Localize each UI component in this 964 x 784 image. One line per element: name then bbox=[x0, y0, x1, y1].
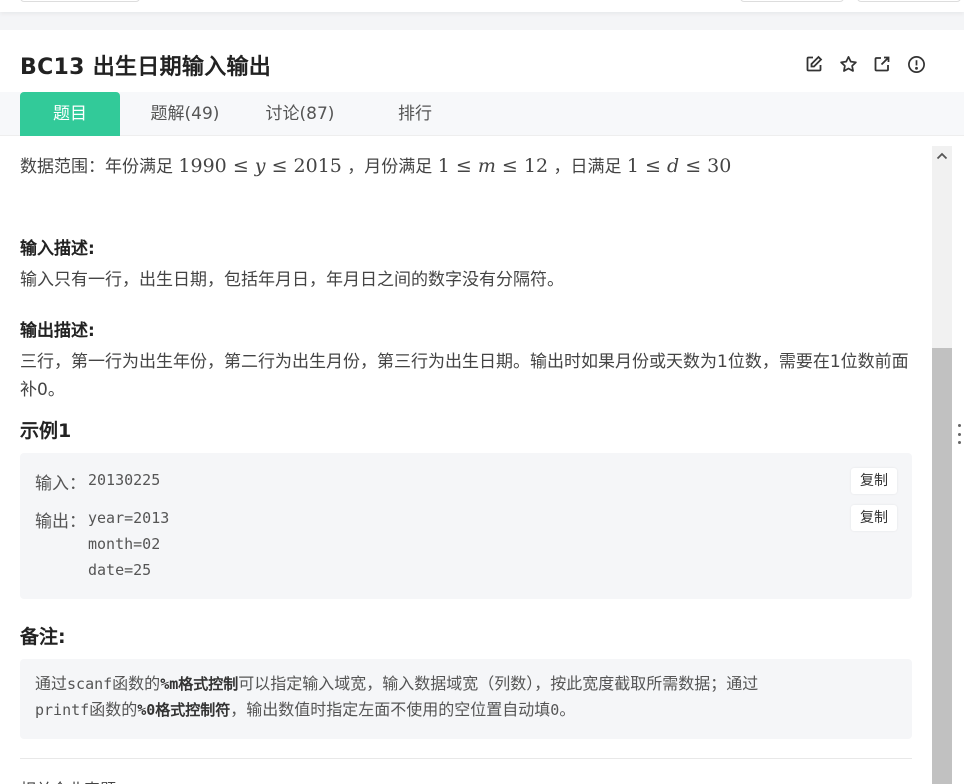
note-box: 通过scanf函数的%m格式控制可以指定输入域宽，输入数据域宽（列数），按此宽度… bbox=[20, 659, 912, 739]
input-heading: 输入描述: bbox=[20, 239, 95, 259]
sample-output-label: 输出： bbox=[35, 512, 86, 532]
range-label: ，日满足 bbox=[553, 157, 622, 177]
star-icon[interactable] bbox=[838, 54, 858, 74]
scroll-up-arrow-icon[interactable] bbox=[932, 146, 952, 166]
output-heading: 输出描述: bbox=[20, 321, 95, 341]
range-label: 数据范围：年份满足 bbox=[20, 157, 173, 177]
title-actions bbox=[804, 54, 926, 74]
sample-input-value: 20130225 bbox=[88, 471, 161, 489]
output-line: year=2013 bbox=[88, 509, 170, 527]
top-nav-button[interactable] bbox=[740, 0, 844, 2]
top-nav-button[interactable] bbox=[20, 0, 140, 2]
edit-icon[interactable] bbox=[804, 54, 824, 74]
problem-panel: BC13 出生日期输入输出 题目 题解(49) 讨论(87) 排行 数据范围：年… bbox=[0, 30, 964, 784]
problem-title: BC13 出生日期输入输出 bbox=[20, 55, 272, 80]
data-range: 数据范围：年份满足 1990 ≤ y ≤ 2015 ，月份满足 1 ≤ m ≤ … bbox=[20, 152, 731, 177]
tab-solutions[interactable]: 题解(49) bbox=[140, 92, 230, 136]
day-range: 1 ≤ d ≤ 30 bbox=[626, 155, 732, 177]
tab-problem[interactable]: 题目 bbox=[20, 92, 120, 136]
copy-output-button[interactable]: 复制 bbox=[851, 505, 897, 531]
scrollbar[interactable] bbox=[932, 146, 952, 784]
sample-input-label: 输入： bbox=[35, 474, 86, 494]
problem-content: 数据范围：年份满足 1990 ≤ y ≤ 2015 ，月份满足 1 ≤ m ≤ … bbox=[20, 136, 912, 784]
top-nav-bar bbox=[0, 0, 964, 12]
month-range: 1 ≤ m ≤ 12 bbox=[437, 155, 549, 177]
note-heading: 备注: bbox=[20, 626, 66, 648]
sample-box: 输入： 20130225 复制 输出： year=2013 month=02 d… bbox=[20, 453, 912, 599]
input-description: 输入只有一行，出生日期，包括年月日，年月日之间的数字没有分隔符。 bbox=[20, 270, 564, 290]
tab-ranking[interactable]: 排行 bbox=[370, 92, 460, 136]
tab-discussion[interactable]: 讨论(87) bbox=[255, 92, 345, 136]
title-row: BC13 出生日期输入输出 bbox=[20, 50, 944, 80]
year-range: 1990 ≤ y ≤ 2015 bbox=[178, 155, 342, 177]
top-nav-button[interactable] bbox=[857, 0, 961, 2]
range-label: ，月份满足 bbox=[347, 157, 433, 177]
output-description: 三行，第一行为出生年份，第二行为出生月份，第三行为出生日期。输出时如果月份或天数… bbox=[20, 352, 909, 400]
divider bbox=[20, 758, 912, 759]
problem-tabs: 题目 题解(49) 讨论(87) 排行 bbox=[0, 92, 964, 136]
sample-heading: 示例1 bbox=[20, 420, 72, 442]
copy-input-button[interactable]: 复制 bbox=[851, 468, 897, 494]
more-options-icon[interactable] bbox=[955, 424, 963, 444]
output-line: date=25 bbox=[88, 561, 152, 579]
related-companies-heading: 相关企业真题 bbox=[20, 776, 116, 784]
output-line: month=02 bbox=[88, 535, 161, 553]
report-icon[interactable] bbox=[906, 54, 926, 74]
sample-output-value: year=2013 month=02 date=25 bbox=[88, 505, 169, 583]
scrollbar-thumb[interactable] bbox=[932, 348, 952, 784]
external-link-icon[interactable] bbox=[872, 54, 892, 74]
